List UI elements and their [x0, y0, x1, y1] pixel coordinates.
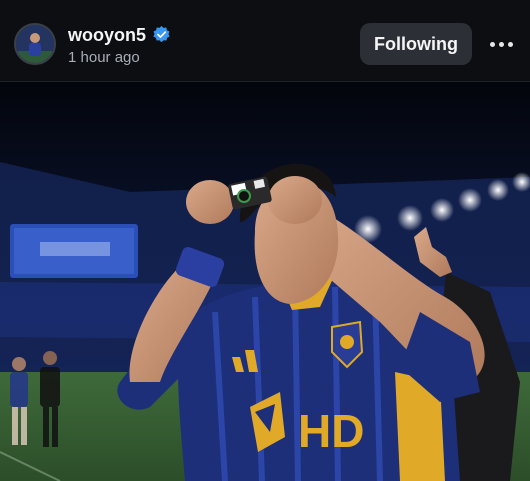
dot: [489, 41, 495, 47]
post-timestamp: 1 hour ago: [68, 49, 140, 66]
more-options-icon[interactable]: [484, 30, 518, 58]
post-header: wooyon5 1 hour ago Following: [0, 0, 530, 82]
username[interactable]: wooyon5: [68, 25, 146, 46]
stadium-photo: HD: [0, 82, 530, 481]
post-photo[interactable]: HD: [0, 82, 530, 481]
scoreboard: [10, 224, 138, 278]
sponsor-text: HD: [298, 405, 364, 457]
avatar[interactable]: [14, 23, 56, 65]
avatar-image: [16, 25, 54, 63]
dot: [498, 41, 504, 47]
verified-badge-icon: [153, 26, 170, 43]
following-button[interactable]: Following: [360, 23, 472, 65]
dot: [507, 41, 513, 47]
